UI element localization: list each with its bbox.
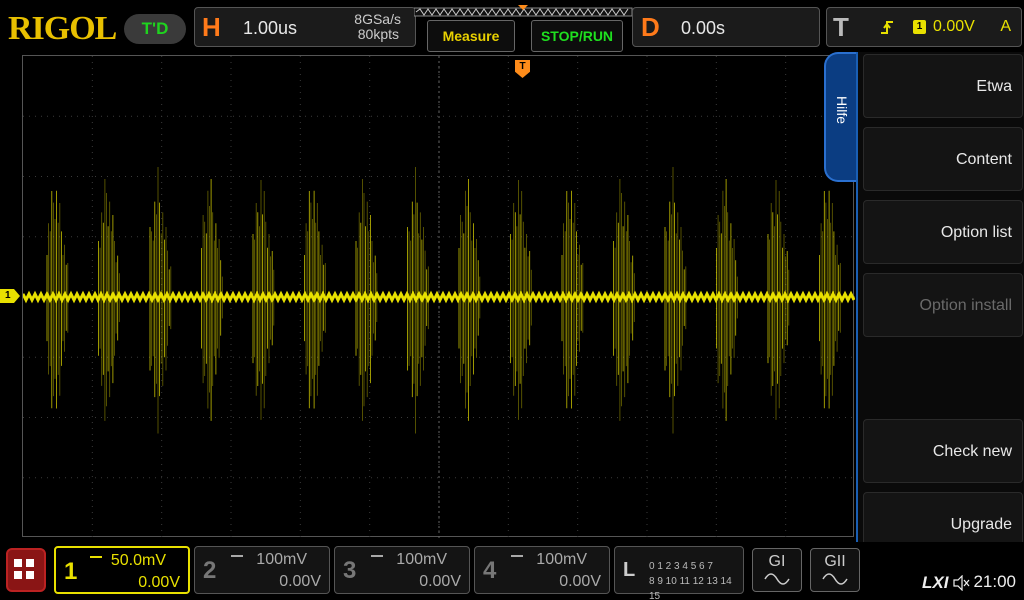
delay-letter: D xyxy=(641,12,660,42)
run-state-indicator: T'D xyxy=(124,14,186,44)
channel-number: 1 xyxy=(64,558,78,585)
rising-edge-icon xyxy=(881,21,893,34)
menu-title-tab: Hilfe xyxy=(824,52,858,182)
menu-item-check-new[interactable]: Check new xyxy=(863,419,1023,483)
channel1-box[interactable]: 1 50.0mV 0.00V xyxy=(54,546,190,594)
bottom-bar: 1 50.0mV 0.00V 2 100mV 0.00V 3 100mV 0.0… xyxy=(0,542,1024,600)
sample-rate: 8GSa/s xyxy=(354,11,401,27)
menu-item-content[interactable]: Content xyxy=(863,127,1023,191)
channel-scale: 100mV xyxy=(536,551,587,568)
trigger-level: 0.00V xyxy=(933,18,975,35)
waveform-grid[interactable] xyxy=(22,55,855,538)
sine-wave-icon xyxy=(822,573,848,585)
channel1-waveform xyxy=(23,167,855,434)
channel-offset: 0.00V xyxy=(559,573,601,590)
measure-button[interactable]: Measure xyxy=(427,20,515,52)
grid-square-icon xyxy=(14,571,22,579)
channel-number: 2 xyxy=(203,557,217,584)
channel-scale: 100mV xyxy=(256,551,307,568)
dc-coupling-icon xyxy=(90,556,102,564)
menu-item-option-list[interactable]: Option list xyxy=(863,200,1023,264)
dc-coupling-icon xyxy=(371,555,383,563)
channel4-box[interactable]: 4 100mV 0.00V xyxy=(474,546,610,594)
channel3-box[interactable]: 3 100mV 0.00V xyxy=(334,546,470,594)
grid-square-icon xyxy=(14,559,22,567)
menu-item-etwa[interactable]: Etwa xyxy=(863,54,1023,118)
grid-square-icon xyxy=(26,559,34,567)
logic-analyzer-box[interactable]: L 0 1 2 3 4 5 6 7 8 9 10 11 12 13 14 15 xyxy=(614,546,744,600)
trigger-settings-box[interactable]: T 1 0.00V A xyxy=(826,7,1022,47)
horizontal-letter: H xyxy=(202,12,221,42)
clock-time: 21:00 xyxy=(973,572,1016,591)
sine-wave-icon xyxy=(764,573,790,585)
channel-number: 3 xyxy=(343,557,357,584)
lxi-logo: LXI xyxy=(922,573,949,592)
generator1-button[interactable]: GI xyxy=(752,548,802,592)
trigger-source-badge: 1 xyxy=(913,20,926,34)
top-bar: RIGOL T'D H 1.00us 8GSa/s 80kpts Measure… xyxy=(0,0,1024,56)
trigger-letter: T xyxy=(833,12,849,42)
logic-channel-digits: 0 1 2 3 4 5 6 7 8 9 10 11 12 13 14 15 xyxy=(649,559,743,600)
menu-title: Hilfe xyxy=(834,96,850,125)
channel-number: 4 xyxy=(483,557,497,584)
generator2-button[interactable]: GII xyxy=(810,548,860,592)
softkey-menu: Etwa Content Option list Option install … xyxy=(856,52,1024,564)
delay-value: 0.00s xyxy=(681,18,726,38)
delay-settings-box[interactable]: D 0.00s xyxy=(632,7,820,47)
trigger-mode: A xyxy=(1000,18,1011,35)
channel-offset: 0.00V xyxy=(419,573,461,590)
home-menu-button[interactable] xyxy=(6,548,46,592)
channel-offset: 0.00V xyxy=(138,574,180,591)
speaker-muted-icon[interactable] xyxy=(952,575,970,591)
logic-letter: L xyxy=(623,559,636,581)
logic-row-1: 0 1 2 3 4 5 6 7 xyxy=(649,561,713,572)
channel-offset: 0.00V xyxy=(279,573,321,590)
channel-scale: 100mV xyxy=(396,551,447,568)
memory-depth: 80kpts xyxy=(357,26,399,42)
channel2-box[interactable]: 2 100mV 0.00V xyxy=(194,546,330,594)
memory-overview-strip xyxy=(414,5,633,17)
horizontal-settings-box[interactable]: H 1.00us 8GSa/s 80kpts xyxy=(194,7,416,47)
menu-item-option-install: Option install xyxy=(863,273,1023,337)
channel-scale: 50.0mV xyxy=(110,552,166,569)
grid-square-icon xyxy=(26,571,34,579)
generator2-label: GII xyxy=(824,553,846,570)
timebase-value: 1.00us xyxy=(243,18,298,38)
rigol-logo: RIGOL xyxy=(8,10,117,47)
stop-run-button[interactable]: STOP/RUN xyxy=(531,20,623,52)
dc-coupling-icon xyxy=(231,555,243,563)
channel1-offset-marker[interactable]: 1 xyxy=(0,289,20,303)
logic-row-2: 8 9 10 11 12 13 14 15 xyxy=(649,576,732,600)
dc-coupling-icon xyxy=(511,555,523,563)
generator1-label: GI xyxy=(768,553,786,570)
